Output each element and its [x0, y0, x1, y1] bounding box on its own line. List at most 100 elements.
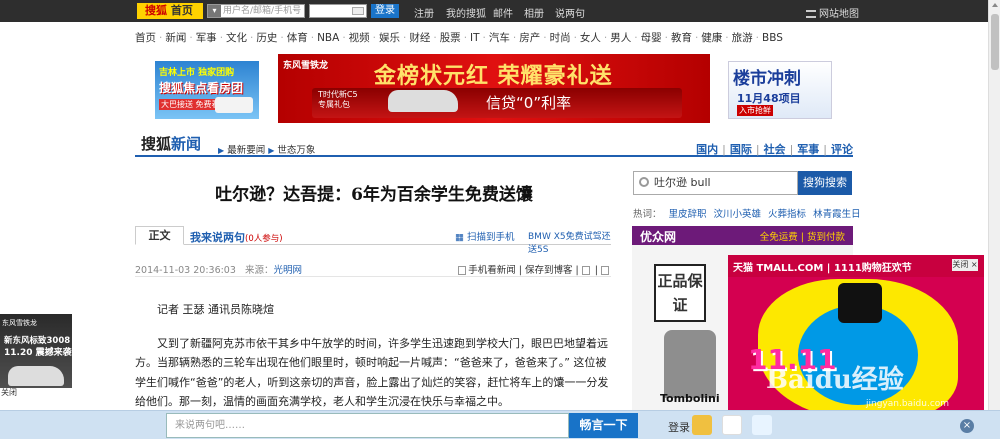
sidebar-search-input[interactable]: 吐尔逊 bull	[633, 171, 798, 195]
floating-car-ad[interactable]: 东风雪铁龙 新东风标致3008 11.20 震撼来袭 关闭	[0, 314, 72, 398]
yz-logo: 优众网	[640, 230, 677, 244]
nav-divider: ·	[725, 32, 729, 44]
nav-item[interactable]: 军事	[196, 32, 217, 44]
scan-to-phone-link[interactable]: ▦ 扫描到手机	[455, 229, 515, 243]
keyboard-icon[interactable]	[352, 7, 364, 15]
nav-divider: ·	[603, 32, 608, 44]
comment-bar-close-icon[interactable]: ×	[960, 419, 974, 433]
nav-item[interactable]: 时尚	[550, 32, 571, 44]
baidu-watermark: Baidu经验	[766, 365, 904, 395]
nav-item[interactable]: 男人	[610, 32, 631, 44]
byline: 记者 王瑟 通讯员陈晓煊	[157, 303, 274, 316]
hot-word[interactable]: 林青霞生日	[813, 209, 861, 220]
nav-item[interactable]: 体育	[287, 32, 308, 44]
source-prefix: 来源：	[244, 265, 274, 276]
nav-item[interactable]: 历史	[256, 32, 277, 44]
nav-item[interactable]: 母婴	[641, 32, 662, 44]
yz-ad-header: 优众网 全免运费 | 货到付款	[632, 226, 853, 245]
car-image	[8, 366, 64, 386]
tab-main-text[interactable]: 正文	[135, 226, 184, 245]
sitemap-label: 网站地图	[819, 9, 859, 20]
account-input[interactable]: ▾ 用户名/邮箱/手机号	[207, 4, 305, 18]
divider: |	[823, 143, 827, 156]
account-dropdown-arrow-icon[interactable]: ▾	[208, 5, 221, 17]
submit-comment-button[interactable]: 畅言一下	[569, 413, 638, 438]
category-military[interactable]: 军事	[797, 143, 819, 156]
category-international[interactable]: 国际	[730, 143, 752, 156]
nav-item[interactable]: 教育	[671, 32, 692, 44]
mobile-news-link[interactable]: 手机看新闻	[468, 265, 516, 276]
comment-link[interactable]: 说两句	[555, 5, 585, 20]
tmall-close-button[interactable]: 关闭 ×	[952, 259, 978, 271]
nav-item[interactable]: BBS	[762, 32, 783, 44]
nav-item[interactable]: 首页	[135, 32, 156, 44]
comment-input[interactable]: 来说两句吧……	[166, 413, 569, 438]
scrollbar-thumb[interactable]	[991, 14, 999, 70]
password-input[interactable]	[309, 4, 367, 18]
cardigan-image	[664, 330, 716, 398]
nav-divider: ·	[372, 32, 376, 44]
sohu-login-icon[interactable]	[692, 415, 712, 435]
ad-banner-housing[interactable]: 吉林上市 独家团购 搜狐焦点看房团 大巴接送 免费看房	[155, 61, 259, 119]
login-button[interactable]: 登录	[371, 4, 399, 18]
nav-item[interactable]: 汽车	[489, 32, 510, 44]
print-icon[interactable]	[601, 266, 609, 275]
register-link[interactable]: 注册	[414, 5, 434, 20]
nav-divider: ·	[463, 32, 468, 44]
nav-item[interactable]: 旅游	[732, 32, 753, 44]
nav-item[interactable]: 文化	[226, 32, 247, 44]
nav-item[interactable]: 健康	[701, 32, 722, 44]
sitemap-link[interactable]: 网站地图	[806, 5, 859, 20]
nav-divider: ·	[664, 32, 668, 44]
article-source[interactable]: 光明网	[273, 265, 302, 276]
hot-word[interactable]: 火葬指标	[768, 209, 806, 220]
weibo-login-icon[interactable]	[722, 415, 742, 435]
tab-comments-label: 我来说两句	[190, 231, 245, 244]
nav-item[interactable]: 女人	[580, 32, 601, 44]
font-size-icon[interactable]	[581, 266, 590, 275]
mail-link[interactable]: 邮件	[493, 5, 513, 20]
article-tabs: 正文 我来说两句(0人参与) ▦ 扫描到手机 BMW X5免费试驾还送5S	[135, 226, 611, 255]
hot-word[interactable]: 汶川小英雄	[714, 209, 762, 220]
sogou-search-button[interactable]: 搜狗搜索	[798, 171, 852, 195]
nav-item[interactable]: IT	[470, 32, 480, 44]
main-nav: 首页 · 新闻 · 军事 · 文化 · 历史 · 体育 · NBA · 视频 · 娱乐 · 财经 · 股票 · IT · 汽车 ·…	[135, 30, 855, 46]
ad-banner-citroen[interactable]: 东风雪铁龙 金榜状元红 荣耀豪礼送 T时代新C5 专属礼包 信贷“0”利率	[278, 54, 710, 123]
article-title: 吐尔逊？达吾提：6年为百余学生免费送馕	[215, 185, 533, 205]
qq-login-icon[interactable]	[752, 415, 772, 435]
album-link[interactable]: 相册	[524, 5, 544, 20]
category-society[interactable]: 社会	[764, 143, 786, 156]
nav-divider: ·	[159, 32, 163, 44]
breadcrumb-society[interactable]: 世态万象	[277, 145, 315, 156]
category-comment[interactable]: 评论	[831, 143, 853, 156]
nav-item[interactable]: 视频	[349, 32, 370, 44]
ad-banner-property[interactable]: 楼市冲刺 11月48项目 入市抢鲜	[728, 61, 832, 119]
float-ad-line2: 11.20 震撼来袭	[4, 348, 72, 358]
nav-item[interactable]: 股票	[440, 32, 461, 44]
ad-mid-brand: 东风雪铁龙	[283, 61, 329, 71]
nav-divider: ·	[482, 32, 486, 44]
float-ad-close-button[interactable]: 关闭	[0, 388, 72, 398]
nav-item[interactable]: NBA	[317, 32, 339, 44]
tmall-popup-ad[interactable]: 天猫 TMALL.COM | 1111购物狂欢节 关闭 × 11.11 Baid…	[728, 255, 984, 421]
nav-item[interactable]: 房产	[519, 32, 540, 44]
category-domestic[interactable]: 国内	[696, 143, 718, 156]
breadcrumb-arrow-icon: ▶	[218, 146, 225, 155]
sohu-logo[interactable]: 搜狐 首页	[137, 3, 203, 19]
bmw-ad-link[interactable]: BMW X5免费试驾还送5S	[528, 229, 611, 255]
nav-item[interactable]: 娱乐	[379, 32, 400, 44]
breadcrumb-arrow-icon: ▶	[268, 146, 275, 155]
nav-item[interactable]: 财经	[409, 32, 430, 44]
breadcrumb-latest[interactable]: 最新要闻	[227, 145, 265, 156]
hot-words: 热词： 里皮辞职 汶川小英雄 火葬指标 林青霞生日	[633, 206, 861, 220]
save-blog-link[interactable]: 保存到博客	[525, 265, 573, 276]
tab-comments[interactable]: 我来说两句(0人参与)	[190, 229, 283, 245]
my-sohu-link[interactable]: 我的搜狐	[446, 5, 486, 20]
scrollbar[interactable]	[988, 0, 1000, 410]
hot-word[interactable]: 里皮辞职	[669, 209, 707, 220]
sohu-news-logo[interactable]: 搜狐新闻	[141, 133, 201, 154]
nav-item[interactable]: 新闻	[165, 32, 186, 44]
nav-divider: ·	[634, 32, 638, 44]
logo-brand: 搜狐	[145, 4, 167, 17]
scroll-up-icon[interactable]	[992, 3, 998, 7]
